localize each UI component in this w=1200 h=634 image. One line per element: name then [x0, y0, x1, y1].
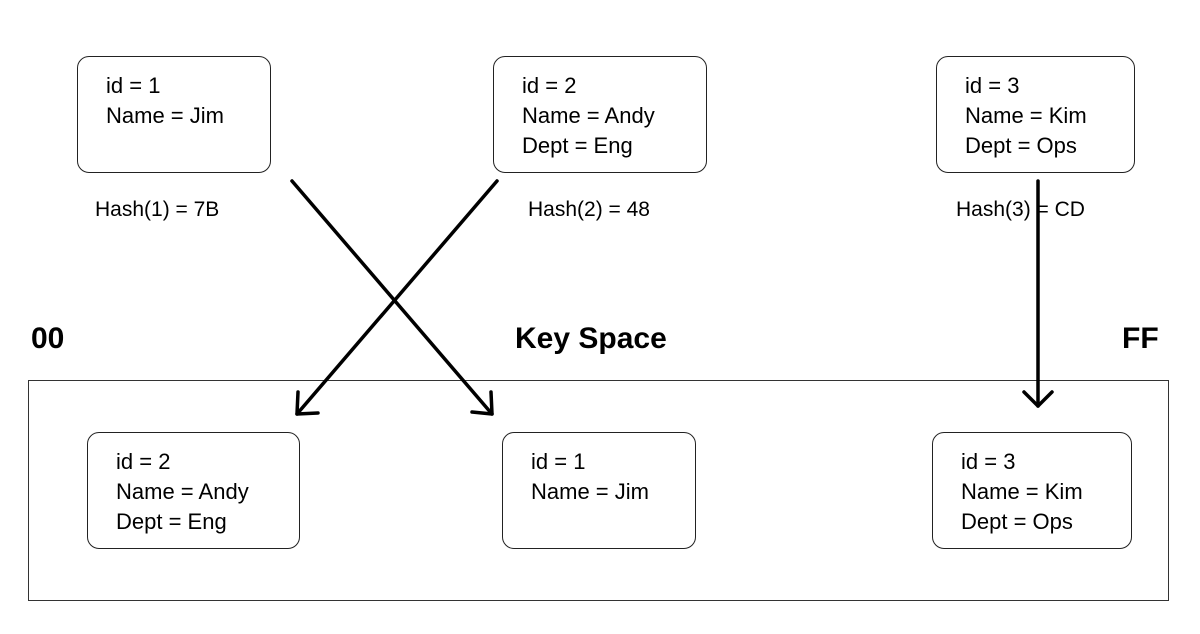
arrow-record-3	[1022, 179, 1054, 408]
arrow-record-1	[290, 179, 494, 416]
arrows-layer	[290, 179, 1054, 416]
arrow-record-2	[295, 179, 499, 416]
